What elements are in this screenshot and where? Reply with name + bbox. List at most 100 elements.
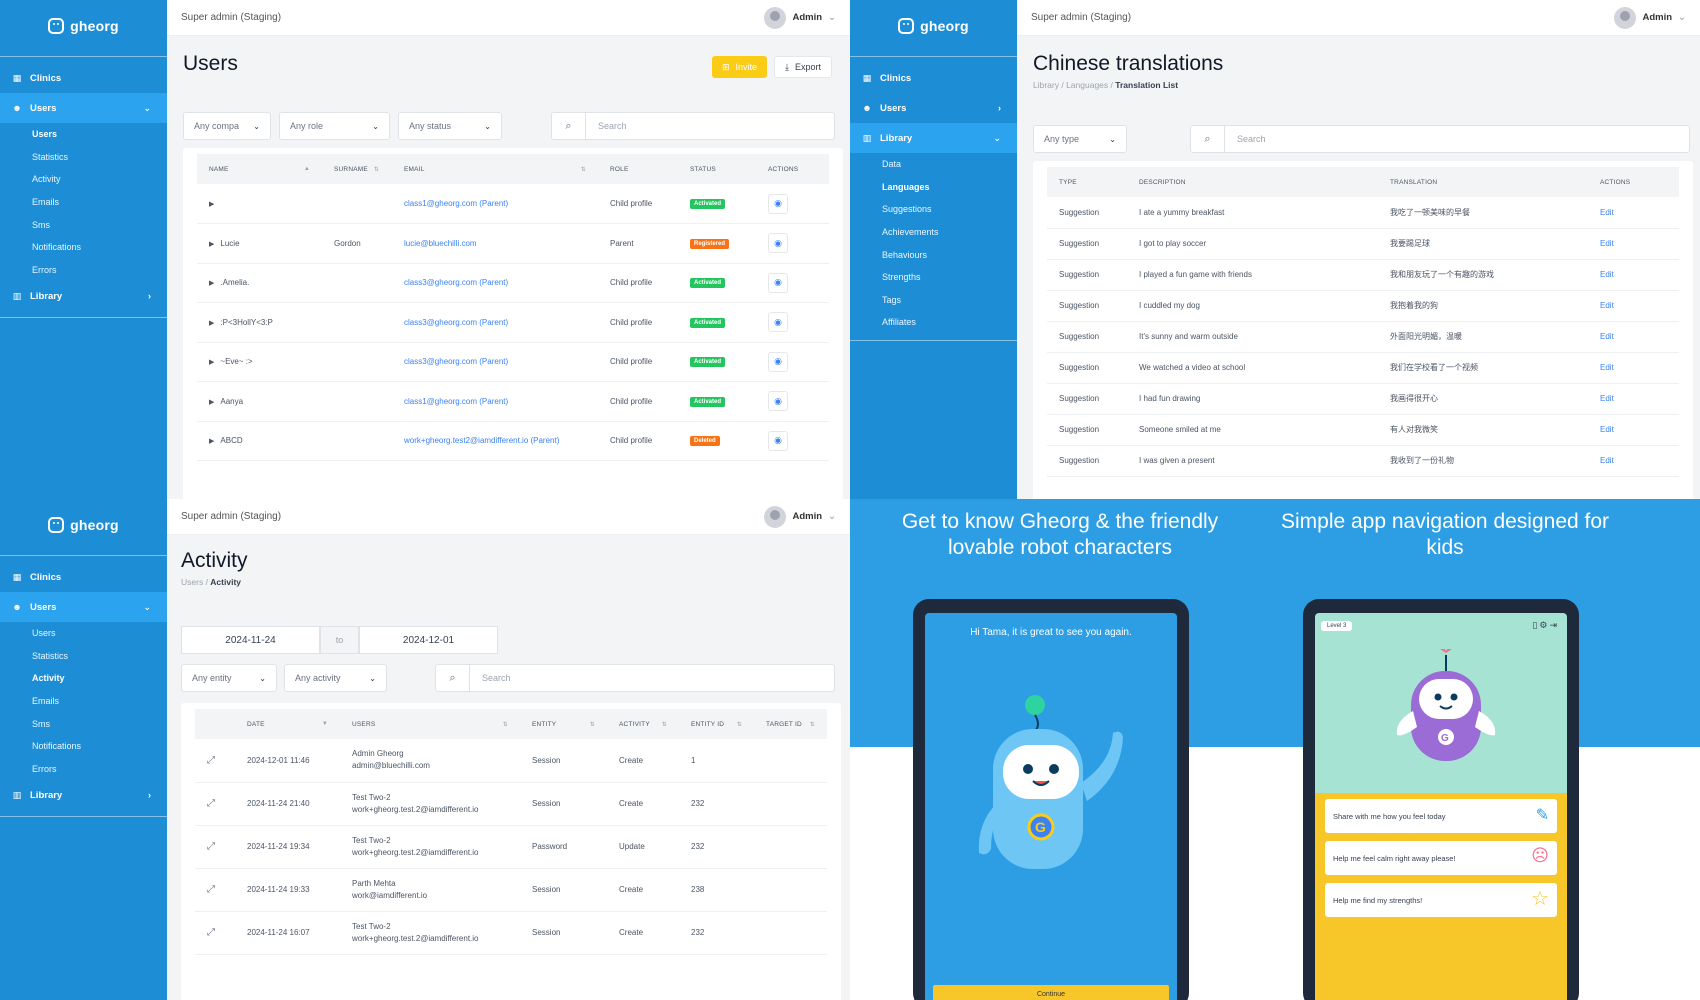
- table-row[interactable]: ⤢ 2024-11-24 16:07 Test Two-2 work+gheorg.t…: [195, 911, 827, 955]
- view-eye-icon[interactable]: ◉: [768, 430, 788, 451]
- logo[interactable]: gheorg: [0, 0, 167, 52]
- sidebar-sub-users[interactable]: Users: [0, 622, 167, 645]
- sidebar-item-clinics[interactable]: ▦ Clinics: [850, 63, 1017, 93]
- sidebar-sub-data[interactable]: Data: [850, 153, 1017, 176]
- sidebar-item-library[interactable]: ▥ Library ⌄: [850, 123, 1017, 153]
- invite-button[interactable]: ⊞ Invite: [712, 56, 768, 78]
- col-date[interactable]: DATE ▼: [235, 709, 340, 739]
- breadcrumb-languages[interactable]: Languages: [1066, 80, 1108, 90]
- expand-arrows-icon[interactable]: ⤢: [207, 798, 215, 809]
- user-menu[interactable]: Admin ⌄: [1614, 6, 1686, 29]
- table-row[interactable]: Suggestion I cuddled my dog 我抱着我的狗 Edit: [1047, 290, 1679, 322]
- calm-card[interactable]: Help me feel calm right away please! ☹: [1325, 841, 1557, 875]
- sidebar-sub-notifications[interactable]: Notifications: [0, 236, 167, 259]
- sidebar-sub-errors[interactable]: Errors: [0, 259, 167, 282]
- expand-icon[interactable]: ▶: [209, 241, 214, 248]
- edit-link[interactable]: Edit: [1588, 414, 1679, 446]
- user-menu[interactable]: Admin ⌄: [764, 505, 836, 528]
- expand-icon[interactable]: ▶: [209, 438, 214, 445]
- view-eye-icon[interactable]: ◉: [768, 312, 788, 333]
- table-row[interactable]: Suggestion We watched a video at school 我们…: [1047, 352, 1679, 384]
- continue-button[interactable]: Continue: [933, 985, 1169, 1000]
- table-row[interactable]: ⤢ 2024-11-24 21:40 Test Two-2 work+gheorg.t…: [195, 782, 827, 826]
- view-eye-icon[interactable]: ◉: [768, 272, 788, 293]
- edit-link[interactable]: Edit: [1588, 321, 1679, 353]
- table-row[interactable]: Suggestion I ate a yummy breakfast 我吃了一顿美味…: [1047, 197, 1679, 229]
- edit-link[interactable]: Edit: [1588, 228, 1679, 260]
- sidebar-sub-strengths[interactable]: Strengths: [850, 266, 1017, 289]
- col-activity[interactable]: ACTIVITY ⇅: [607, 709, 679, 739]
- table-row[interactable]: ⤢ 2024-12-01 11:46 Admin Gheorg admin@bluec…: [195, 739, 827, 783]
- sidebar-sub-errors[interactable]: Errors: [0, 758, 167, 781]
- col-target-id[interactable]: TARGET ID ⇅: [754, 709, 827, 739]
- sidebar-sub-statistics[interactable]: Statistics: [0, 146, 167, 169]
- expand-icon[interactable]: ▶: [209, 320, 214, 327]
- status-filter[interactable]: Any status ⌄: [398, 112, 502, 140]
- view-eye-icon[interactable]: ◉: [768, 351, 788, 372]
- sidebar-sub-tags[interactable]: Tags: [850, 289, 1017, 312]
- view-eye-icon[interactable]: ◉: [768, 233, 788, 254]
- date-to-input[interactable]: 2024-12-01: [359, 626, 498, 654]
- edit-link[interactable]: Edit: [1588, 383, 1679, 415]
- logo[interactable]: gheorg: [0, 499, 167, 551]
- strengths-card[interactable]: Help me find my strengths! ☆: [1325, 883, 1557, 917]
- sidebar-sub-affiliates[interactable]: Affiliates: [850, 311, 1017, 334]
- search-input[interactable]: ⌕ Search: [435, 664, 835, 692]
- gear-icon[interactable]: ⚙: [1539, 620, 1549, 630]
- table-row[interactable]: Suggestion It's sunny and warm outside 外面阳…: [1047, 321, 1679, 353]
- expand-arrows-icon[interactable]: ⤢: [207, 884, 215, 895]
- entity-filter[interactable]: Any entity ⌄: [181, 664, 277, 692]
- sidebar-sub-languages[interactable]: Languages: [850, 176, 1017, 199]
- col-email[interactable]: EMAIL ⇅: [392, 154, 598, 184]
- sidebar-item-users[interactable]: ☻ Users ›: [850, 93, 1017, 123]
- email-cell[interactable]: work+gheorg.test2@iamdifferent.io (Paren…: [392, 421, 598, 461]
- col-entity-id[interactable]: ENTITY ID ⇅: [679, 709, 754, 739]
- view-eye-icon[interactable]: ◉: [768, 391, 788, 412]
- table-row[interactable]: ▶ Lucie Gordon lucie@bluechilli.com Parent Re…: [197, 223, 829, 264]
- sidebar-sub-sms[interactable]: Sms: [0, 712, 167, 735]
- email-cell[interactable]: class3@gheorg.com (Parent): [392, 263, 598, 303]
- table-row[interactable]: ▶:P<3HollY<3:P class3@gheorg.com (Parent)…: [197, 302, 829, 343]
- sidebar-sub-sms[interactable]: Sms: [0, 213, 167, 236]
- table-row[interactable]: Suggestion I got to play soccer 我要踢足球 Edit: [1047, 228, 1679, 260]
- expand-arrows-icon[interactable]: ⤢: [207, 841, 215, 852]
- sidebar-sub-behaviours[interactable]: Behaviours: [850, 243, 1017, 266]
- sidebar-sub-achievements[interactable]: Achievements: [850, 221, 1017, 244]
- sidebar-item-library[interactable]: ▥ Library ›: [0, 281, 167, 311]
- table-row[interactable]: Suggestion I had fun drawing 我画得很开心 Edit: [1047, 383, 1679, 415]
- sidebar-sub-emails[interactable]: Emails: [0, 690, 167, 713]
- table-row[interactable]: ▶ .Amelia. class3@gheorg.com (Parent) Child…: [197, 263, 829, 303]
- col-surname[interactable]: SURNAME ⇅: [322, 154, 392, 184]
- view-eye-icon[interactable]: ◉: [768, 193, 788, 214]
- email-cell[interactable]: class1@gheorg.com (Parent): [392, 184, 598, 224]
- search-input[interactable]: ⌕ Search: [551, 112, 835, 140]
- table-row[interactable]: ▶ class1@gheorg.com (Parent) Child profile…: [197, 184, 829, 224]
- sidebar-item-users[interactable]: ☻ Users ⌄: [0, 592, 167, 622]
- table-row[interactable]: ⤢ 2024-11-24 19:33 Parth Mehta work@iamdiff…: [195, 868, 827, 912]
- logo[interactable]: gheorg: [850, 0, 1017, 52]
- table-row[interactable]: Suggestion I played a fun game with frien…: [1047, 259, 1679, 291]
- sidebar-sub-statistics[interactable]: Statistics: [0, 645, 167, 668]
- email-cell[interactable]: class3@gheorg.com (Parent): [392, 342, 598, 382]
- table-row[interactable]: ▶ ABCD work+gheorg.test2@iamdifferent.io (…: [197, 421, 829, 461]
- activity-filter[interactable]: Any activity ⌄: [284, 664, 387, 692]
- expand-icon[interactable]: ▶: [209, 359, 214, 366]
- export-button[interactable]: ⤓ Export: [774, 56, 832, 78]
- role-filter[interactable]: Any role ⌄: [279, 112, 390, 140]
- search-input[interactable]: ⌕ Search: [1190, 125, 1690, 153]
- sidebar-sub-activity[interactable]: Activity: [0, 168, 167, 191]
- breadcrumb-users[interactable]: Users: [181, 577, 203, 587]
- sidebar-sub-suggestions[interactable]: Suggestions: [850, 198, 1017, 221]
- expand-arrows-icon[interactable]: ⤢: [207, 755, 215, 766]
- expand-icon[interactable]: ▶: [209, 280, 214, 287]
- col-name[interactable]: NAME ▲: [197, 154, 322, 184]
- expand-icon[interactable]: ▶: [209, 201, 214, 208]
- company-filter[interactable]: Any compa ⌄: [183, 112, 271, 140]
- sidebar-item-users[interactable]: ☻ Users ⌄: [0, 93, 167, 123]
- sidebar-sub-users[interactable]: Users: [0, 123, 167, 146]
- type-filter[interactable]: Any type ⌄: [1033, 125, 1127, 153]
- table-row[interactable]: Suggestion Someone smiled at me 有人对我微笑 Edit: [1047, 414, 1679, 446]
- sidebar-sub-notifications[interactable]: Notifications: [0, 735, 167, 758]
- edit-link[interactable]: Edit: [1588, 352, 1679, 384]
- user-menu[interactable]: Admin ⌄: [764, 6, 836, 29]
